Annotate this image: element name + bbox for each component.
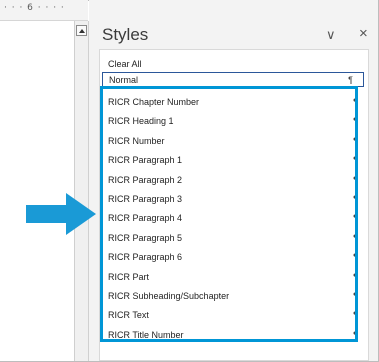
pane-options-chevron-icon[interactable]: ∨ [326, 27, 336, 43]
scroll-up-icon[interactable] [76, 25, 87, 36]
close-icon[interactable]: × [359, 25, 368, 42]
style-label: Clear All [108, 59, 142, 69]
ruler-marks: · · · 6 · · · · [4, 3, 65, 13]
clear-all-item[interactable]: Clear All [100, 55, 368, 73]
right-arrow-icon [26, 193, 96, 235]
highlight-box [100, 86, 358, 342]
style-item-normal[interactable]: Normal ¶ [102, 72, 364, 87]
paragraph-mark-icon: ¶ [348, 75, 353, 85]
document-page[interactable] [0, 21, 75, 361]
vertical-scrollbar[interactable] [75, 21, 89, 361]
pane-title: Styles [102, 25, 149, 44]
style-label: Normal [109, 75, 139, 85]
horizontal-ruler: · · · 6 · · · · [0, 0, 88, 21]
